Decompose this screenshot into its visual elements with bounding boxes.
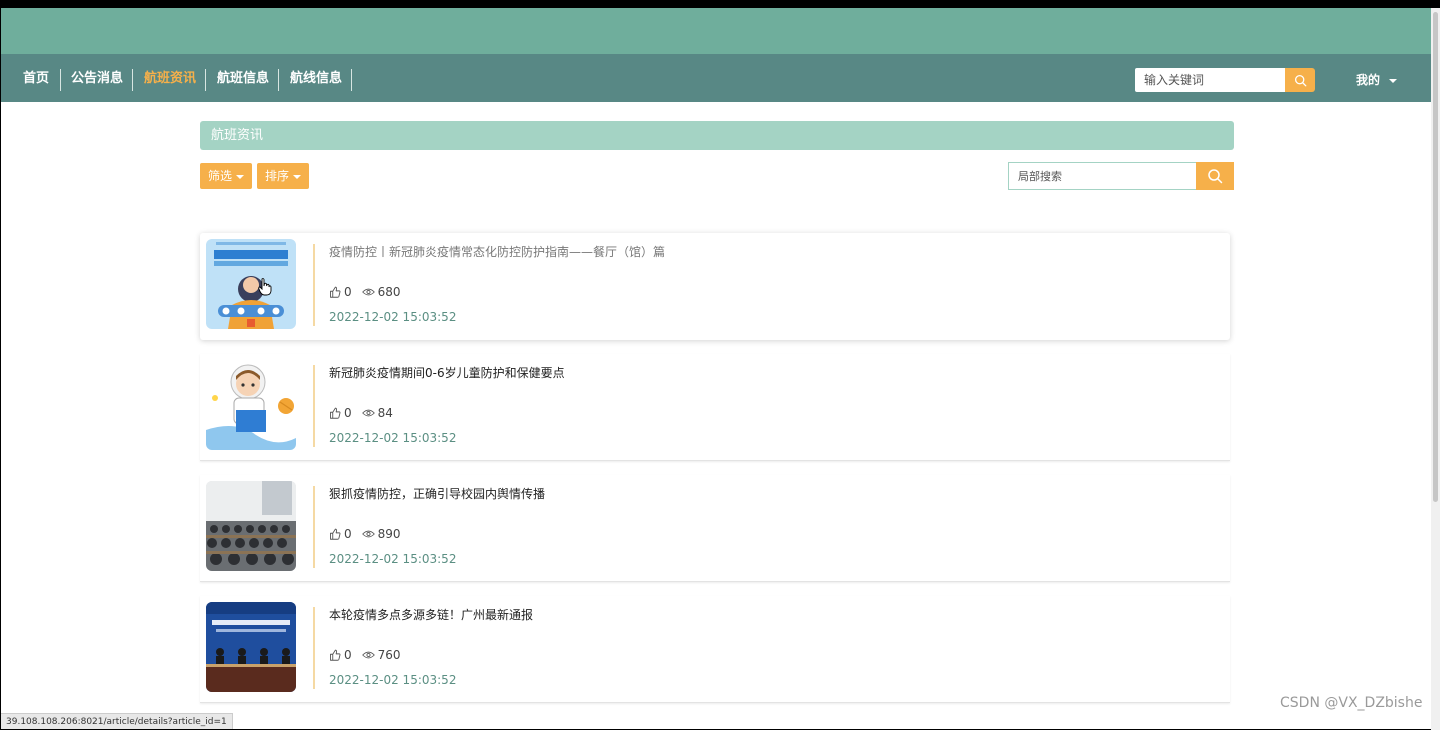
nav-item-home[interactable]: 首页 bbox=[23, 69, 49, 89]
view-stat: 84 bbox=[361, 406, 393, 420]
article-card[interactable]: 本轮疫情多点多源多链！广州最新通报 0 760 2022-12-02 15:03… bbox=[200, 596, 1230, 703]
user-menu[interactable]: 我的 bbox=[1356, 71, 1398, 89]
chevron-down-icon bbox=[293, 174, 302, 179]
search-icon bbox=[1208, 169, 1223, 184]
nav-item-route-info[interactable]: 航线信息 bbox=[290, 69, 342, 89]
article-title[interactable]: 狠抓疫情防控，正确引导校园内舆情传播 bbox=[329, 485, 545, 503]
thumbs-up-icon[interactable] bbox=[329, 649, 341, 661]
nav-divider bbox=[132, 69, 133, 91]
article-card[interactable]: 狠抓疫情防控，正确引导校园内舆情传播 0 890 2022-12-02 15:0… bbox=[200, 475, 1230, 582]
user-menu-label: 我的 bbox=[1356, 73, 1381, 87]
article-date: 2022-12-02 15:03:52 bbox=[329, 310, 457, 324]
view-count: 890 bbox=[377, 527, 401, 541]
browser-viewport: 首页 公告消息 航班资讯 航班信息 航线信息 我的 航班资讯 筛选 排序 bbox=[1, 8, 1439, 729]
search-icon bbox=[1294, 74, 1306, 86]
like-count: 0 bbox=[344, 406, 352, 420]
view-count: 84 bbox=[377, 406, 393, 420]
section-title: 航班资讯 bbox=[200, 121, 1234, 150]
eye-icon bbox=[361, 288, 375, 296]
press-conference-image bbox=[206, 602, 296, 692]
chevron-down-icon bbox=[1389, 78, 1398, 83]
article-stats: 0 84 bbox=[329, 404, 393, 422]
article-stats: 0 680 bbox=[329, 283, 401, 301]
sort-dropdown-button[interactable]: 排序 bbox=[257, 163, 310, 189]
article-title[interactable]: 新冠肺炎疫情期间0-6岁儿童防护和保健要点 bbox=[329, 364, 565, 382]
like-count: 0 bbox=[344, 648, 352, 662]
article-thumbnail[interactable] bbox=[206, 239, 296, 329]
article-thumbnail[interactable] bbox=[206, 602, 296, 692]
eye-icon bbox=[361, 651, 375, 659]
watermark: CSDN @VX_DZbishe bbox=[1280, 695, 1423, 711]
card-divider bbox=[313, 607, 315, 689]
filter-label: 筛选 bbox=[208, 169, 233, 183]
nav-item-notices[interactable]: 公告消息 bbox=[71, 69, 123, 89]
main-navbar: 首页 公告消息 航班资讯 航班信息 航线信息 我的 bbox=[1, 54, 1439, 102]
view-stat: 760 bbox=[361, 648, 401, 662]
nav-divider bbox=[205, 69, 206, 91]
like-count: 0 bbox=[344, 527, 352, 541]
view-stat: 890 bbox=[361, 527, 401, 541]
status-bar-url: 39.108.108.206:8021/article/details?arti… bbox=[1, 713, 233, 729]
keyword-search-button[interactable] bbox=[1285, 68, 1315, 92]
card-divider bbox=[313, 365, 315, 447]
eye-icon bbox=[361, 530, 375, 538]
nav-divider bbox=[60, 69, 61, 91]
local-search-input[interactable] bbox=[1008, 162, 1196, 190]
sort-label: 排序 bbox=[265, 169, 290, 183]
child-cartoon-image bbox=[206, 360, 296, 450]
article-date: 2022-12-02 15:03:52 bbox=[329, 431, 457, 445]
nav-item-flight-news[interactable]: 航班资讯 bbox=[144, 69, 196, 89]
thumbs-up-icon[interactable] bbox=[329, 528, 341, 540]
article-date: 2022-12-02 15:03:52 bbox=[329, 673, 457, 687]
card-divider bbox=[313, 244, 315, 326]
keyword-search-input[interactable] bbox=[1135, 68, 1285, 92]
article-date: 2022-12-02 15:03:52 bbox=[329, 552, 457, 566]
meeting-room-image bbox=[206, 481, 296, 571]
view-stat: 680 bbox=[361, 285, 401, 299]
article-thumbnail[interactable] bbox=[206, 481, 296, 571]
chevron-down-icon bbox=[236, 174, 245, 179]
thumbs-up-icon[interactable] bbox=[329, 286, 341, 298]
view-count: 680 bbox=[377, 285, 401, 299]
filter-dropdown-button[interactable]: 筛选 bbox=[200, 163, 253, 189]
top-banner bbox=[1, 8, 1439, 54]
article-title[interactable]: 疫情防控丨新冠肺炎疫情常态化防控防护指南——餐厅（馆）篇 bbox=[329, 243, 665, 261]
nav-divider bbox=[278, 69, 279, 91]
article-title[interactable]: 本轮疫情多点多源多链！广州最新通报 bbox=[329, 606, 533, 624]
eye-icon bbox=[361, 409, 375, 417]
article-thumbnail[interactable] bbox=[206, 360, 296, 450]
scrollbar-thumb[interactable] bbox=[1433, 12, 1438, 502]
article-card[interactable]: 新冠肺炎疫情期间0-6岁儿童防护和保健要点 0 84 2022-12-02 15… bbox=[200, 354, 1230, 461]
card-divider bbox=[313, 486, 315, 568]
like-count: 0 bbox=[344, 285, 352, 299]
thumbs-up-icon[interactable] bbox=[329, 407, 341, 419]
article-card[interactable]: 疫情防控丨新冠肺炎疫情常态化防控防护指南——餐厅（馆）篇 0 680 2022-… bbox=[200, 233, 1230, 340]
view-count: 760 bbox=[377, 648, 401, 662]
nav-divider bbox=[351, 69, 352, 91]
local-search-button[interactable] bbox=[1196, 162, 1234, 190]
nav-item-flight-info[interactable]: 航班信息 bbox=[217, 69, 269, 89]
article-stats: 0 760 bbox=[329, 646, 401, 664]
mask-poster-image bbox=[206, 239, 296, 329]
article-stats: 0 890 bbox=[329, 525, 401, 543]
hand-cursor-icon bbox=[258, 278, 272, 296]
